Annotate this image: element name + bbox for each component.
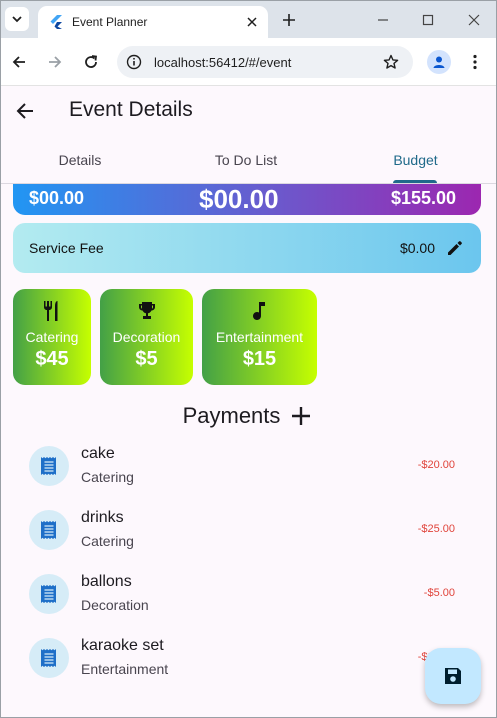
site-info-button[interactable] (122, 50, 146, 74)
payment-name: drinks (81, 509, 124, 526)
profile-button[interactable] (427, 50, 451, 74)
tab-close-button[interactable] (242, 12, 262, 32)
summary-left-amount: $00.00 (29, 188, 85, 208)
edit-service-fee-button[interactable] (445, 238, 465, 258)
music-note-icon (248, 299, 272, 323)
payment-row[interactable]: karaoke set Entertainment -$15.00 (1, 628, 496, 692)
browser-window: Event Planner localhost:56412/#/event Ev… (0, 0, 497, 718)
plus-icon (292, 407, 311, 425)
payment-row[interactable]: drinks Catering -$25.00 (1, 500, 496, 564)
more-vert-icon (473, 54, 477, 70)
category-amount: $15 (242, 348, 277, 370)
payment-name: karaoke set (81, 637, 164, 654)
payment-amount: -$20.00 (417, 459, 455, 471)
summary-right-amount: $155.00 (391, 188, 457, 208)
close-icon (468, 14, 480, 26)
payment-amount: -$25.00 (417, 523, 455, 535)
budget-content[interactable]: $00.00 $00.00 $155.00 Service Fee $0.00 … (1, 184, 496, 717)
browser-tab[interactable]: Event Planner (38, 6, 268, 38)
star-icon (383, 54, 399, 69)
arrow-back-icon (16, 103, 33, 119)
payment-category: Catering (81, 533, 134, 549)
service-fee-card: Service Fee $0.00 (13, 223, 481, 273)
payment-category: Decoration (81, 597, 149, 613)
category-name: Catering (25, 329, 79, 345)
plus-icon (283, 14, 295, 26)
chevron-down-icon (12, 16, 22, 23)
event-planner-app: Event Details Details To Do List Budget … (1, 86, 496, 717)
tab-strip: Event Planner (1, 1, 496, 38)
summary-center-amount: $00.00 (199, 184, 279, 214)
close-window-button[interactable] (463, 9, 485, 31)
tab-search-button[interactable] (5, 7, 29, 31)
back-nav-button[interactable] (7, 50, 31, 74)
restaurant-icon (40, 299, 64, 323)
tab-budget[interactable]: Budget (333, 136, 496, 184)
service-fee-label: Service Fee (29, 240, 104, 256)
tab-title: Event Planner (72, 15, 148, 29)
back-button[interactable] (13, 99, 37, 123)
budget-summary-card: $00.00 $00.00 $155.00 (13, 184, 481, 215)
receipt-icon (29, 510, 69, 550)
page-title: Event Details (69, 98, 193, 121)
payment-row[interactable]: ballons Decoration -$5.00 (1, 564, 496, 628)
reload-icon (85, 55, 98, 68)
category-amount: $5 (135, 348, 158, 370)
person-icon (433, 56, 445, 68)
payment-category: Catering (81, 469, 134, 485)
service-fee-amount: $0.00 (399, 240, 435, 256)
category-card-entertainment[interactable]: Entertainment $15 (202, 289, 317, 385)
payments-header: Payments (1, 399, 496, 433)
reload-button[interactable] (79, 50, 103, 74)
save-button[interactable] (425, 648, 481, 704)
category-card-decoration[interactable]: Decoration $5 (100, 289, 193, 385)
payment-name: cake (81, 445, 115, 462)
add-payment-button[interactable] (288, 403, 314, 429)
category-card-catering[interactable]: Catering $45 (13, 289, 91, 385)
trophy-icon (135, 299, 159, 323)
payment-name: ballons (81, 573, 132, 590)
payments-title: Payments (182, 403, 281, 428)
new-tab-button[interactable] (278, 9, 300, 31)
arrow-left-icon (12, 56, 25, 68)
payment-row[interactable]: cake Catering -$20.00 (1, 436, 496, 500)
category-name: Entertainment (215, 329, 304, 345)
flutter-favicon-icon (50, 15, 62, 29)
minimize-button[interactable] (372, 9, 394, 31)
forward-nav-button[interactable] (43, 50, 67, 74)
tab-details[interactable]: Details (1, 136, 159, 184)
category-amount: $45 (35, 348, 69, 370)
bookmark-button[interactable] (379, 50, 403, 74)
close-icon (247, 17, 257, 27)
app-bar: Event Details (1, 86, 496, 136)
receipt-icon (29, 446, 69, 486)
maximize-button[interactable] (417, 9, 439, 31)
active-tab-indicator (393, 180, 437, 183)
payment-amount: -$5.00 (423, 587, 455, 599)
payment-category: Entertainment (81, 661, 169, 677)
browser-menu-button[interactable] (463, 50, 487, 74)
save-icon (445, 668, 461, 684)
minimize-icon (378, 19, 388, 21)
address-bar[interactable]: localhost:56412/#/event (117, 46, 413, 78)
receipt-icon (29, 638, 69, 678)
receipt-icon (29, 574, 69, 614)
edit-icon (448, 241, 462, 255)
tab-to-do-list[interactable]: To Do List (159, 136, 333, 184)
category-name: Decoration (112, 329, 181, 345)
url-text[interactable]: localhost:56412/#/event (154, 55, 379, 70)
info-icon (126, 54, 142, 70)
maximize-icon (422, 14, 434, 26)
tab-bar: Details To Do List Budget (1, 136, 496, 184)
browser-toolbar: localhost:56412/#/event (1, 38, 496, 86)
arrow-right-icon (49, 56, 62, 68)
